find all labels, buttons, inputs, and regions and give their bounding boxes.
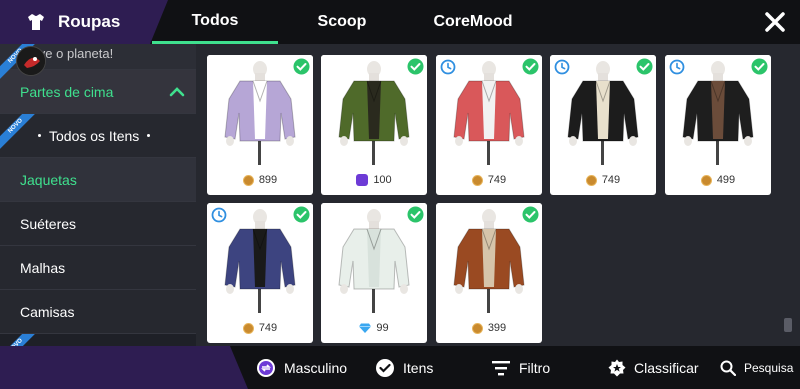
new-ribbon: NOVO	[0, 334, 44, 346]
sidebar-item-all-label: Todos os Itens	[49, 127, 140, 144]
item-card[interactable]: 99	[321, 203, 427, 343]
chevron-up-icon	[169, 87, 185, 97]
item-grid: 899 100 749 749 499 749 99 399	[196, 44, 800, 346]
coin-icon	[585, 174, 597, 186]
price-value: 100	[373, 174, 392, 186]
gender-label: Masculino	[284, 359, 348, 376]
clock-icon	[440, 59, 456, 75]
page-title: Roupas	[58, 12, 121, 31]
sidebar-item-shirts-label: Camisas	[20, 303, 75, 320]
price-value: 99	[376, 322, 389, 334]
gender-button[interactable]: Masculino	[256, 346, 347, 389]
bottom-bar: Masculino Itens Filtro Classificar Pesqu…	[0, 346, 800, 389]
bottom-bar-accent	[0, 346, 248, 389]
item-card[interactable]: 749	[550, 55, 656, 195]
check-circle-icon	[376, 358, 394, 377]
items-button[interactable]: Itens	[375, 346, 433, 389]
bullet-icon	[38, 134, 41, 137]
owned-check-icon	[522, 58, 539, 75]
price-value: 749	[487, 174, 507, 186]
search-icon	[720, 360, 736, 376]
clock-icon	[211, 207, 227, 223]
owned-check-icon	[407, 58, 424, 75]
tab-todos[interactable]: Todos	[152, 0, 278, 44]
close-icon[interactable]	[762, 9, 788, 35]
item-card[interactable]: 899	[207, 55, 313, 195]
sidebar-item-jackets-label: Jaquetas	[20, 171, 77, 188]
price-tag: 749	[550, 165, 656, 195]
owned-check-icon	[407, 206, 424, 223]
clock-icon	[669, 59, 685, 75]
membership-token-icon	[356, 174, 369, 186]
search-label: Pesquisa	[744, 360, 794, 375]
price-tag: 99	[321, 313, 427, 343]
scrollbar-thumb[interactable]	[784, 318, 792, 332]
owned-check-icon	[293, 58, 310, 75]
app-window: Roupas Todos Scoop CoreMood Salve o plan…	[0, 0, 800, 389]
owned-check-icon	[522, 206, 539, 223]
price-value: 749	[258, 322, 278, 334]
diamond-icon	[359, 323, 372, 333]
price-tag: 899	[207, 165, 313, 195]
price-value: 749	[601, 174, 621, 186]
filter-button[interactable]: Filtro	[491, 346, 550, 389]
item-card[interactable]: 499	[665, 55, 771, 195]
tab-coremood[interactable]: CoreMood	[406, 0, 540, 44]
price-tag: 100	[321, 165, 427, 195]
price-value: 499	[716, 174, 736, 186]
item-card[interactable]: 100	[321, 55, 427, 195]
sidebar-category-tops[interactable]: Partes de cima	[0, 70, 196, 114]
sort-button[interactable]: Classificar	[608, 346, 699, 389]
items-label: Itens	[403, 359, 434, 376]
price-value: 899	[258, 174, 278, 186]
sidebar-item-shirts[interactable]: Camisas	[0, 290, 196, 334]
item-card[interactable]: 749	[436, 55, 542, 195]
sidebar-item-knits[interactable]: Malhas	[0, 246, 196, 290]
price-value: 399	[487, 322, 507, 334]
search-button[interactable]: Pesquisa	[720, 346, 793, 389]
coin-icon	[471, 174, 483, 186]
bullet-icon	[147, 134, 151, 137]
title-area: Roupas	[0, 0, 168, 44]
shirt-icon	[28, 14, 44, 30]
sidebar-item-sweaters[interactable]: Suéteres	[0, 202, 196, 246]
sort-label: Classificar	[634, 359, 699, 376]
emblem-icon	[16, 46, 46, 76]
clock-icon	[554, 59, 570, 75]
sort-badge-icon	[608, 359, 626, 376]
tab-scoop[interactable]: Scoop	[278, 0, 406, 44]
coin-icon	[700, 174, 712, 186]
sidebar-item-all[interactable]: Todos os Itens	[0, 114, 196, 158]
sidebar-item-knits-label: Malhas	[20, 259, 66, 276]
item-card[interactable]: 399	[436, 203, 542, 343]
coin-icon	[471, 322, 483, 334]
price-tag: 499	[665, 165, 771, 195]
sidebar-item-sweaters-label: Suéteres	[20, 215, 77, 232]
tab-bar: Todos Scoop CoreMood	[152, 0, 540, 44]
sidebar-item-jackets[interactable]: Jaquetas	[0, 158, 196, 202]
owned-check-icon	[636, 58, 653, 75]
gender-swap-icon	[257, 358, 275, 377]
filter-icon	[492, 360, 510, 375]
sidebar-category-label: Partes de cima	[20, 83, 114, 100]
price-tag: 749	[207, 313, 313, 343]
owned-check-icon	[751, 58, 768, 75]
item-card[interactable]: 749	[207, 203, 313, 343]
price-tag: 749	[436, 165, 542, 195]
coin-icon	[242, 322, 254, 334]
coin-icon	[242, 174, 254, 186]
filter-label: Filtro	[519, 359, 551, 376]
owned-check-icon	[293, 206, 310, 223]
top-bar: Roupas Todos Scoop CoreMood	[0, 0, 800, 44]
sidebar: Salve o planeta! Partes de cima NOVO Tod…	[0, 44, 196, 346]
price-tag: 399	[436, 313, 542, 343]
